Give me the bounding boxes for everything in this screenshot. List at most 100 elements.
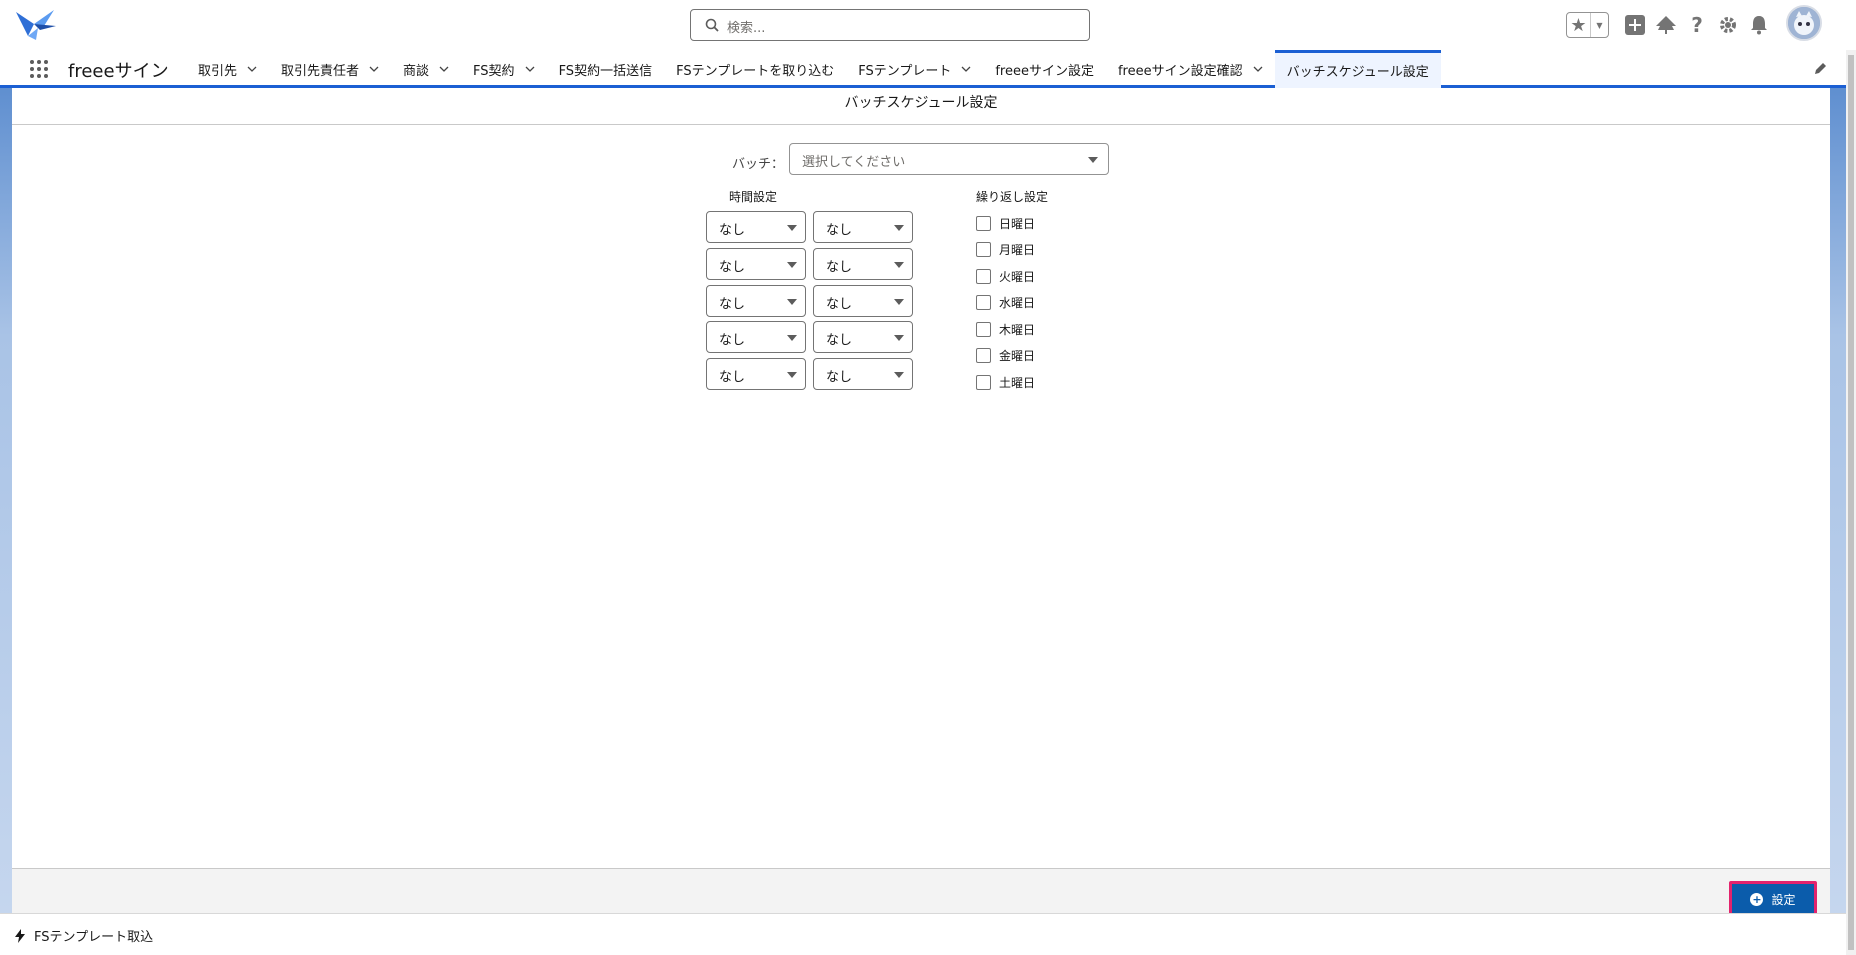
nav-item-label: freeeサイン設定確認 xyxy=(1117,63,1243,79)
nav-item-accounts[interactable]: 取引先 xyxy=(186,50,269,88)
dropdown-arrow-icon xyxy=(787,299,797,305)
nav-items: 取引先 取引先責任者 商談 FS契約 FS契約一括送信 FSテンプレートを取り込… xyxy=(186,50,1441,88)
time-settings-label: 時間設定 xyxy=(729,190,778,204)
help-icon[interactable]: ? xyxy=(1686,13,1708,37)
minute-select-3[interactable]: なし xyxy=(813,285,913,317)
checkbox-wednesday[interactable]: 水曜日 xyxy=(976,293,1035,311)
dropdown-arrow-icon xyxy=(787,335,797,341)
minute-select-5[interactable]: なし xyxy=(813,358,913,390)
select-value: なし xyxy=(719,223,746,238)
freee-sign-logo[interactable] xyxy=(14,6,58,42)
minute-select-2[interactable]: なし xyxy=(813,248,913,280)
select-value: なし xyxy=(719,297,746,312)
dropdown-arrow-icon xyxy=(894,225,904,231)
star-icon[interactable]: ★ xyxy=(1567,13,1591,37)
chevron-down-icon[interactable] xyxy=(525,64,535,74)
checkbox-label: 木曜日 xyxy=(999,322,1036,337)
nav-item-fs-template-import[interactable]: FSテンプレートを取り込む xyxy=(664,50,846,88)
page-scrollbar[interactable] xyxy=(1846,50,1856,955)
utility-bar: FSテンプレート取込 xyxy=(0,913,1846,955)
checkbox-label: 日曜日 xyxy=(999,216,1036,231)
minute-select-1[interactable]: なし xyxy=(813,211,913,243)
nav-item-fs-bulk-send[interactable]: FS契約一括送信 xyxy=(547,50,665,88)
card-title: バッチスケジュール設定 xyxy=(12,88,1830,125)
select-value: なし xyxy=(826,333,853,348)
select-value: なし xyxy=(826,297,853,312)
hour-select-3[interactable]: なし xyxy=(706,285,806,317)
dropdown-arrow-icon xyxy=(894,299,904,305)
checkbox-label: 火曜日 xyxy=(999,269,1036,284)
nav-item-label: freeeサイン設定 xyxy=(995,63,1094,79)
app-launcher-icon[interactable] xyxy=(30,60,50,80)
nav-item-fs-contracts[interactable]: FS契約 xyxy=(461,50,547,88)
hour-select-2[interactable]: なし xyxy=(706,248,806,280)
hour-select-5[interactable]: なし xyxy=(706,358,806,390)
dropdown-arrow-icon xyxy=(894,335,904,341)
select-value: なし xyxy=(719,260,746,275)
nav-item-freee-sign-settings-check[interactable]: freeeサイン設定確認 xyxy=(1106,50,1275,88)
checkbox[interactable] xyxy=(976,294,991,310)
checkbox[interactable] xyxy=(976,374,991,390)
bell-icon[interactable] xyxy=(1748,14,1770,36)
checkbox-sunday[interactable]: 日曜日 xyxy=(976,214,1035,232)
dropdown-arrow-icon xyxy=(894,372,904,378)
batch-label: バッチ： xyxy=(732,157,785,172)
nav-item-fs-templates[interactable]: FSテンプレート xyxy=(846,50,983,88)
global-actions-plus-icon[interactable] xyxy=(1624,14,1646,36)
dropdown-arrow-icon xyxy=(787,372,797,378)
utility-item-fs-template-import[interactable]: FSテンプレート取込 xyxy=(14,926,153,945)
card-footer xyxy=(12,868,1830,913)
dropdown-arrow-icon xyxy=(787,262,797,268)
checkbox-saturday[interactable]: 土曜日 xyxy=(976,373,1035,391)
minute-select-4[interactable]: なし xyxy=(813,321,913,353)
nav-item-opportunities[interactable]: 商談 xyxy=(391,50,461,88)
search-placeholder: 検索... xyxy=(727,21,766,36)
dropdown-arrow-icon xyxy=(894,262,904,268)
nav-item-label: バッチスケジュール設定 xyxy=(1286,65,1429,80)
nav-item-freee-sign-settings[interactable]: freeeサイン設定 xyxy=(983,50,1106,88)
checkbox-thursday[interactable]: 木曜日 xyxy=(976,320,1035,338)
global-search-input[interactable]: 検索... xyxy=(690,9,1090,41)
checkbox-monday[interactable]: 月曜日 xyxy=(976,240,1035,258)
utility-item-label: FSテンプレート取込 xyxy=(34,930,154,945)
gear-icon[interactable] xyxy=(1717,14,1739,36)
chevron-down-icon[interactable] xyxy=(1253,64,1263,74)
hour-select-4[interactable]: なし xyxy=(706,321,806,353)
batch-select-placeholder: 選択してください xyxy=(802,155,906,170)
dropdown-arrow-icon xyxy=(787,225,797,231)
app-name: freeeサイン xyxy=(68,61,169,82)
hour-select-1[interactable]: なし xyxy=(706,211,806,243)
chevron-down-icon[interactable] xyxy=(439,64,449,74)
checkbox[interactable] xyxy=(976,268,991,284)
checkbox-label: 月曜日 xyxy=(999,242,1036,257)
lightning-bolt-icon xyxy=(15,928,25,943)
nav-item-contacts[interactable]: 取引先責任者 xyxy=(269,50,391,88)
checkbox-label: 水曜日 xyxy=(999,295,1036,310)
batch-select[interactable]: 選択してください xyxy=(789,143,1109,175)
checkbox-label: 金曜日 xyxy=(999,348,1036,363)
scrollbar-thumb[interactable] xyxy=(1848,55,1854,950)
repeat-settings-label: 繰り返し設定 xyxy=(976,190,1049,204)
trailhead-icon[interactable] xyxy=(1655,14,1677,36)
checkbox-tuesday[interactable]: 火曜日 xyxy=(976,267,1035,285)
chevron-down-icon[interactable] xyxy=(961,64,971,74)
chevron-down-icon[interactable] xyxy=(247,64,257,74)
nav-item-label: FSテンプレート xyxy=(858,63,952,79)
edit-nav-pencil-icon[interactable] xyxy=(1812,61,1828,77)
nav-item-label: 取引先 xyxy=(198,63,238,79)
select-value: なし xyxy=(719,370,746,385)
nav-item-label: FS契約 xyxy=(473,63,515,79)
checkbox-friday[interactable]: 金曜日 xyxy=(976,346,1035,364)
checkbox[interactable] xyxy=(976,321,991,337)
favorites-dropdown-icon[interactable]: ▼ xyxy=(1591,13,1608,37)
checkbox[interactable] xyxy=(976,241,991,257)
checkbox[interactable] xyxy=(976,347,991,363)
nav-item-batch-schedule-settings[interactable]: バッチスケジュール設定 xyxy=(1274,50,1441,88)
set-button[interactable]: + 設定 xyxy=(1729,881,1817,917)
chevron-down-icon[interactable] xyxy=(369,64,379,74)
batch-schedule-card: バッチスケジュール設定 xyxy=(12,88,1830,913)
select-value: なし xyxy=(826,370,853,385)
set-button-label: 設定 xyxy=(1771,892,1796,907)
avatar[interactable] xyxy=(1786,5,1822,41)
checkbox[interactable] xyxy=(976,215,991,231)
